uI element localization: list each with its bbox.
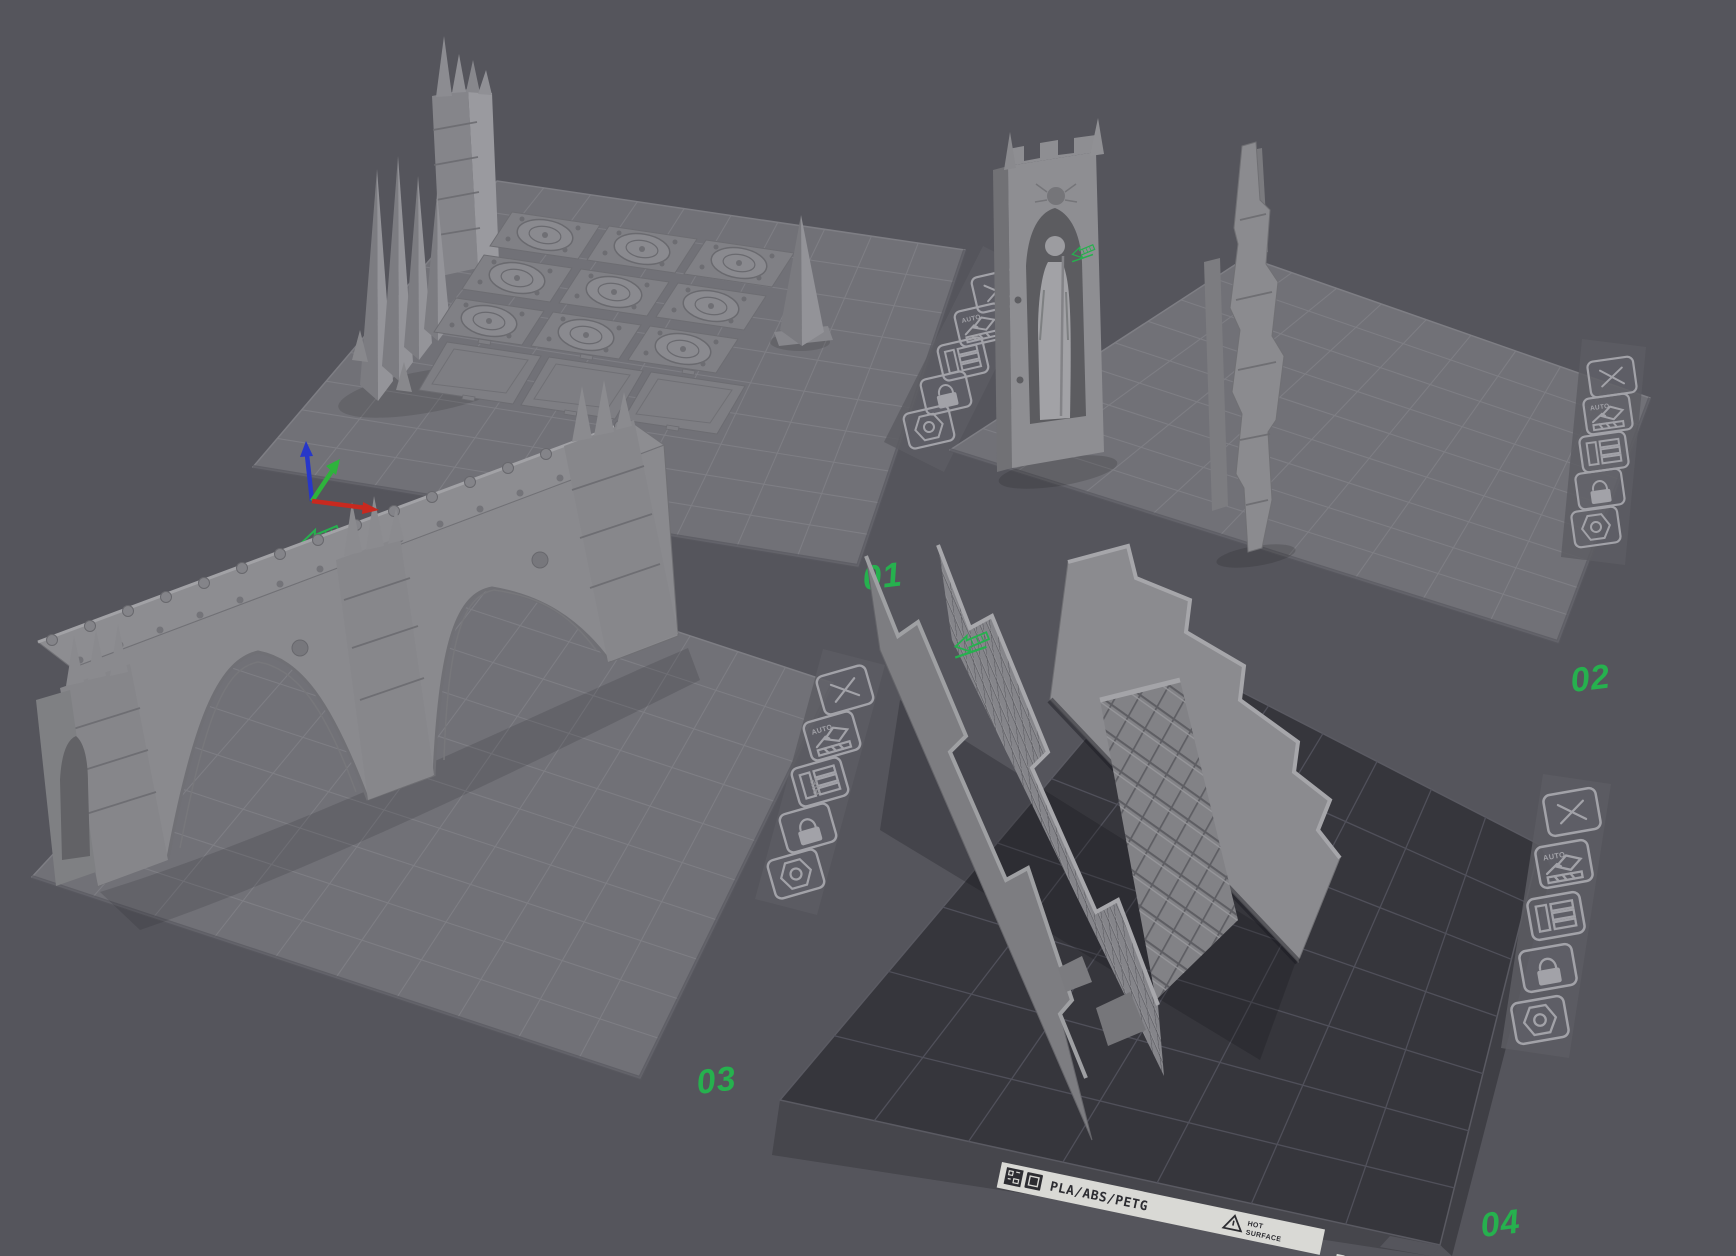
qr-code-icon	[1004, 1167, 1024, 1187]
build-plate-04[interactable]: PLA/ABS/PETG HOT SURFACE ate 04	[772, 545, 1611, 1256]
auto-orient-plate-button[interactable]	[1534, 839, 1593, 889]
edit-plate-button[interactable]	[1526, 891, 1585, 941]
auto-orient-plate-button[interactable]	[1583, 393, 1634, 435]
slicer-3d-viewport[interactable]: AUTO	[0, 0, 1736, 1256]
delete-plate-button[interactable]	[1587, 356, 1638, 398]
build-plate-02[interactable]: 02	[950, 118, 1650, 700]
plate-02-label: 02	[1568, 657, 1612, 700]
delete-plate-button[interactable]	[1542, 787, 1601, 837]
x-axis	[312, 501, 366, 508]
plate-04-label: 04	[1478, 1202, 1522, 1245]
model-spire-tower[interactable]	[432, 36, 499, 276]
plate-03-label: 03	[694, 1059, 738, 1102]
plate-settings-button[interactable]	[1571, 506, 1622, 548]
lock-plate-button[interactable]	[1518, 943, 1577, 993]
logo-icon	[1024, 1172, 1043, 1191]
model-statue-column[interactable]	[993, 118, 1104, 472]
plate-settings-button[interactable]	[1510, 995, 1569, 1045]
lock-plate-button[interactable]	[1575, 468, 1626, 510]
edit-plate-button[interactable]	[1579, 431, 1630, 473]
